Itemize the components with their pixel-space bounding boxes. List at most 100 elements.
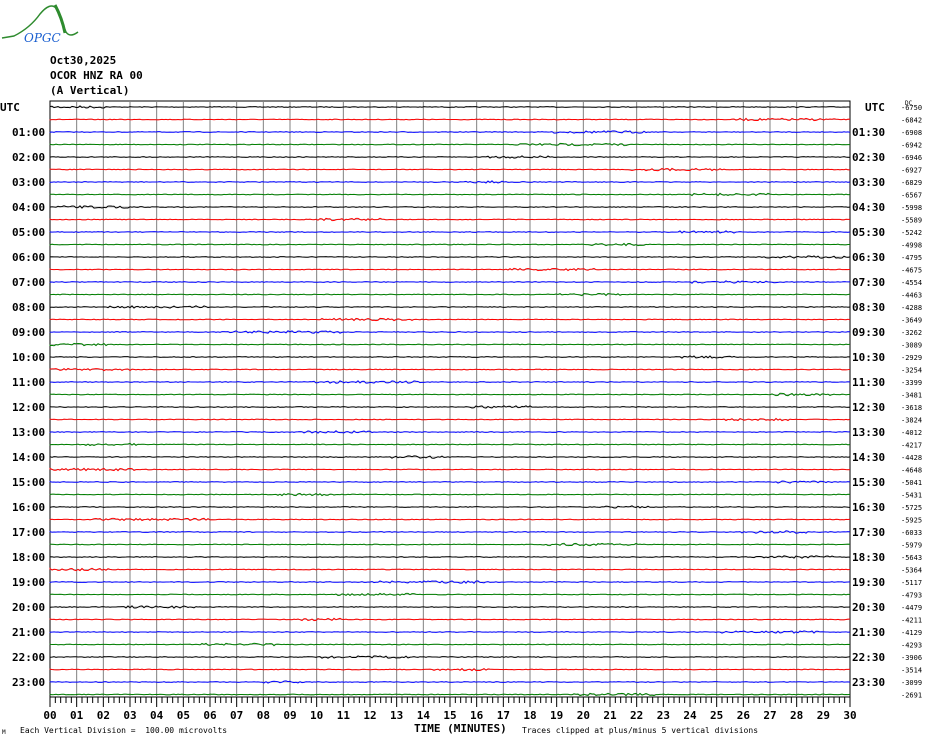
dc-offset-label: -4428 [901, 454, 922, 462]
row-time-label-right: 18:30 [852, 551, 885, 564]
row-time-label-left: 01:00 [12, 126, 45, 139]
dc-offset-label: -4463 [901, 292, 922, 300]
row-time-label-right: 16:30 [852, 501, 885, 514]
x-tick-label: 29 [817, 709, 830, 722]
row-time-label-left: 19:00 [12, 576, 45, 589]
x-tick-label: 25 [710, 709, 723, 722]
dc-offset-label: -6942 [901, 142, 922, 150]
dc-offset-label: -3906 [901, 654, 922, 662]
dc-offset-label: -2929 [901, 354, 922, 362]
x-tick-label: 12 [363, 709, 376, 722]
dc-offset-label: -5925 [901, 517, 922, 525]
dc-offset-label: -3399 [901, 379, 922, 387]
row-time-label-right: 11:30 [852, 376, 885, 389]
x-tick-label: 22 [630, 709, 643, 722]
dc-offset-label: -4293 [901, 642, 922, 650]
dc-offset-label: -6908 [901, 129, 922, 137]
right-axis-title: UTC [865, 101, 885, 114]
row-time-label-right: 09:30 [852, 326, 885, 339]
row-time-label-left: 23:00 [12, 676, 45, 689]
x-tick-label: 10 [310, 709, 323, 722]
row-time-label-right: 03:30 [852, 176, 885, 189]
row-time-label-left: 05:00 [12, 226, 45, 239]
row-time-label-left: 21:00 [12, 626, 45, 639]
x-tick-label: 01 [70, 709, 84, 722]
scale-note: Each Vertical Division = 100.00 microvol… [20, 726, 228, 735]
dc-offset-label: -6842 [901, 117, 922, 125]
dc-offset-label: -4554 [901, 279, 922, 287]
x-tick-label: 18 [523, 709, 536, 722]
corner-mark: M [2, 729, 6, 736]
dc-offset-label: -5725 [901, 504, 922, 512]
row-time-label-right: 20:30 [852, 601, 885, 614]
row-time-label-left: 03:00 [12, 176, 45, 189]
dc-offset-label: -5431 [901, 492, 922, 500]
row-time-label-left: 20:00 [12, 601, 45, 614]
row-time-label-left: 07:00 [12, 276, 45, 289]
dc-offset-label: -5998 [901, 204, 922, 212]
row-time-label-right: 23:30 [852, 676, 885, 689]
dc-offset-label: -4129 [901, 629, 922, 637]
x-tick-label: 16 [470, 709, 484, 722]
row-time-label-left: 15:00 [12, 476, 45, 489]
x-axis-label: TIME (MINUTES) [414, 722, 507, 735]
row-time-label-left: 11:00 [12, 376, 45, 389]
row-time-label-right: 10:30 [852, 351, 885, 364]
x-tick-label: 15 [443, 709, 456, 722]
x-tick-label: 04 [150, 709, 164, 722]
row-time-label-left: 10:00 [12, 351, 45, 364]
x-tick-label: 03 [123, 709, 136, 722]
dc-offset-label: -6829 [901, 179, 922, 187]
row-time-label-right: 22:30 [852, 651, 885, 664]
dc-offset-label: -4217 [901, 442, 922, 450]
row-time-label-left: 17:00 [12, 526, 45, 539]
dc-offset-label: -4479 [901, 604, 922, 612]
row-time-label-right: 17:30 [852, 526, 885, 539]
x-tick-label: 13 [390, 709, 403, 722]
row-time-label-right: 21:30 [852, 626, 885, 639]
row-time-label-right: 05:30 [852, 226, 885, 239]
x-tick-label: 30 [843, 709, 856, 722]
row-time-label-right: 12:30 [852, 401, 885, 414]
dc-offset-label: -3254 [901, 367, 922, 375]
x-tick-label: 20 [577, 709, 590, 722]
dc-offset-label: -5643 [901, 554, 922, 562]
row-time-label-left: 18:00 [12, 551, 45, 564]
dc-offset-label: -5364 [901, 567, 922, 575]
x-tick-label: 28 [790, 709, 803, 722]
dc-offset-label: -3649 [901, 317, 922, 325]
dc-offset-label: -3618 [901, 404, 922, 412]
x-tick-label: 26 [737, 709, 751, 722]
dc-offset-label: -3824 [901, 417, 922, 425]
dc-offset-label: -6567 [901, 192, 922, 200]
x-tick-label: 11 [337, 709, 351, 722]
dc-offset-label: -4648 [901, 467, 922, 475]
x-tick-label: 23 [657, 709, 670, 722]
row-time-label-right: 06:30 [852, 251, 885, 264]
row-time-label-left: 16:00 [12, 501, 45, 514]
x-tick-label: 09 [283, 709, 296, 722]
row-time-label-left: 22:00 [12, 651, 45, 664]
x-tick-label: 19 [550, 709, 563, 722]
row-time-label-left: 02:00 [12, 151, 45, 164]
row-time-label-right: 14:30 [852, 451, 885, 464]
left-axis-title: UTC [0, 101, 20, 114]
clip-note: Traces clipped at plus/minus 5 vertical … [522, 726, 759, 735]
x-tick-label: 14 [417, 709, 431, 722]
dc-offset-label: -3262 [901, 329, 922, 337]
x-tick-label: 06 [203, 709, 217, 722]
row-time-label-left: 09:00 [12, 326, 45, 339]
dc-offset-label: -5117 [901, 579, 922, 587]
x-tick-label: 00 [43, 709, 56, 722]
dc-offset-label: -5589 [901, 217, 922, 225]
dc-offset-label: -4211 [901, 617, 922, 625]
row-time-label-right: 13:30 [852, 426, 885, 439]
dc-offset-label: -2691 [901, 692, 922, 700]
dc-offset-label: -6033 [901, 529, 922, 537]
x-tick-label: 07 [230, 709, 243, 722]
dc-offset-label: -6946 [901, 154, 922, 162]
dc-offset-label: -5242 [901, 229, 922, 237]
row-time-label-right: 19:30 [852, 576, 885, 589]
row-time-label-right: 04:30 [852, 201, 885, 214]
dc-offset-label: -3514 [901, 667, 922, 675]
